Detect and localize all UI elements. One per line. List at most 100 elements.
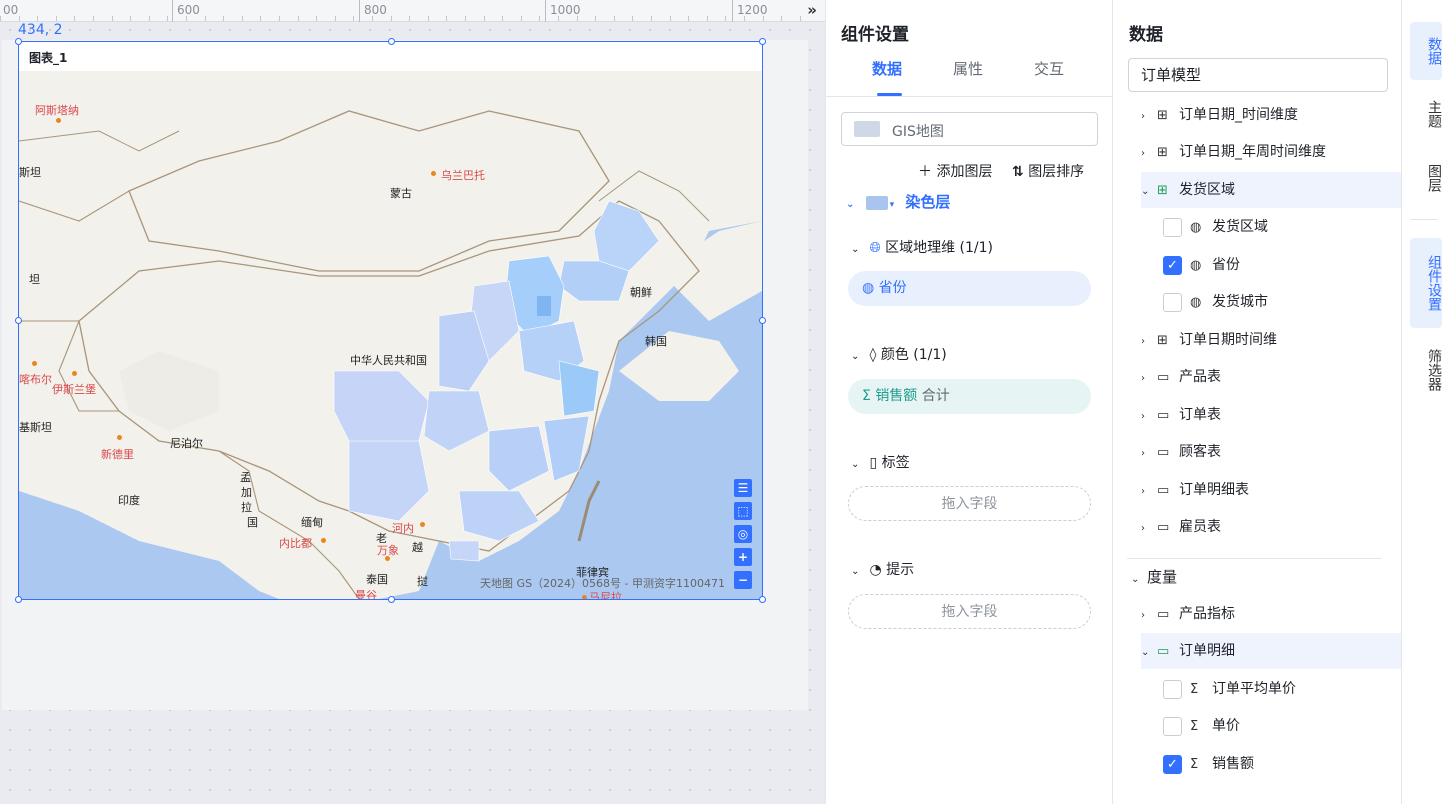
- color-section-header[interactable]: ⌄ ◊ 颜色 (1/1): [851, 344, 947, 364]
- gis-map-chart[interactable]: 图表_1 阿斯塔纳 乌兰巴托 蒙古 斯坦 坦 中华人民共和国 朝鲜 韩国 喀布尔…: [15, 38, 766, 603]
- rail-component-settings[interactable]: 组件设置: [1410, 238, 1442, 328]
- sort-layer-button[interactable]: ⇅ 图层排序: [1012, 161, 1084, 181]
- tree-field[interactable]: ✓ ◍ 省份: [1163, 247, 1401, 283]
- map-label: 国: [247, 516, 258, 529]
- geo-section-header[interactable]: ⌄ 🌐︎ 区域地理维 (1/1): [851, 237, 993, 257]
- resize-handle[interactable]: [15, 38, 22, 45]
- chevron-right-icon: ›: [1141, 523, 1145, 534]
- tree-field[interactable]: Σ 订单平均单价: [1163, 671, 1401, 707]
- data-panel: 数据 订单模型 › ⊞ 订单日期_时间维度 › ⊞ 订单日期_年周时间维度 ⌄ ⊞ 发货区域…: [1113, 0, 1401, 804]
- tab-properties[interactable]: 属性: [953, 58, 983, 79]
- checkbox[interactable]: [1163, 217, 1182, 237]
- component-settings-panel: 组件设置 数据 属性 交互 GIS地图 ＋ 添加图层 ⇅ 图层排序 ⌄ ▾ 染色…: [825, 0, 1113, 804]
- ruler-minor-tick: [260, 16, 262, 21]
- map-label: 挝: [417, 575, 428, 588]
- section-label: 颜色 (1/1): [880, 347, 947, 363]
- section-label: 区域地理维 (1/1): [885, 240, 994, 256]
- tree-item[interactable]: ⌄ ▭ 订单明细: [1141, 633, 1401, 669]
- resize-handle[interactable]: [388, 38, 395, 45]
- resize-handle[interactable]: [759, 38, 766, 45]
- chevron-down-icon: ⌄: [851, 566, 860, 577]
- folder-icon: ▭: [1157, 445, 1170, 460]
- ruler-minor-tick: [334, 16, 336, 21]
- tree-item[interactable]: › ▭ 订单明细表: [1141, 472, 1401, 508]
- layer-header[interactable]: ⌄ ▾ 染色层: [846, 191, 950, 212]
- tree-field[interactable]: ◍ 发货城市: [1163, 284, 1401, 320]
- legend-list-icon[interactable]: ☰: [734, 479, 752, 497]
- city-dot: [72, 371, 77, 376]
- tree-item[interactable]: › ▭ 顾客表: [1141, 434, 1401, 470]
- map-label: 新德里: [101, 448, 134, 461]
- resize-handle[interactable]: [15, 596, 22, 603]
- tree-item[interactable]: › ⊞ 订单日期时间维: [1141, 322, 1401, 358]
- tree-item[interactable]: › ▭ 产品表: [1141, 359, 1401, 395]
- resize-handle[interactable]: [388, 596, 395, 603]
- label-drop-zone[interactable]: 拖入字段: [848, 486, 1091, 521]
- tree-item-label: 订单明细表: [1179, 482, 1249, 498]
- tree-item[interactable]: › ▭ 订单表: [1141, 397, 1401, 433]
- map-label: 伊斯兰堡: [52, 383, 96, 396]
- caret-down-icon[interactable]: ▾: [890, 200, 895, 210]
- tree-item-label: 订单日期_年周时间维度: [1179, 144, 1326, 160]
- rail-theme[interactable]: 主题: [1410, 92, 1442, 136]
- tree-field[interactable]: ✓ Σ 销售额: [1163, 746, 1401, 782]
- tree-field[interactable]: Σ 单价: [1163, 708, 1401, 744]
- map-type-select[interactable]: GIS地图: [841, 112, 1098, 146]
- map-view[interactable]: 阿斯塔纳 乌兰巴托 蒙古 斯坦 坦 中华人民共和国 朝鲜 韩国 喀布尔 伊斯兰堡…: [19, 71, 762, 599]
- chart-title: 图表_1: [29, 51, 68, 65]
- zoom-out-button[interactable]: −: [734, 571, 752, 589]
- resize-handle[interactable]: [759, 317, 766, 324]
- measure-header[interactable]: ⌄ 度量: [1131, 559, 1391, 595]
- design-canvas[interactable]: 00 600 800 1000 1200 » 434, 2 图表_1 阿斯塔纳 …: [0, 0, 825, 804]
- map-label: 孟: [240, 471, 251, 484]
- locate-icon[interactable]: ◎: [734, 525, 752, 543]
- ruler-minor-tick: [613, 16, 615, 21]
- tooltip-drop-zone[interactable]: 拖入字段: [848, 594, 1091, 629]
- checkbox-checked[interactable]: ✓: [1163, 754, 1182, 774]
- rail-layers[interactable]: 图层: [1410, 156, 1442, 200]
- chevron-right-icon: ›: [1141, 148, 1145, 159]
- chevron-down-icon: ⌄: [1131, 574, 1140, 585]
- hierarchy-icon: ⊞: [1157, 145, 1168, 160]
- ruler-minor-tick: [427, 16, 429, 21]
- sum-icon: Σ: [1190, 757, 1199, 772]
- double-chevron-right-icon[interactable]: »: [807, 1, 817, 19]
- map-label: 尼泊尔: [170, 437, 203, 450]
- checkbox-checked[interactable]: ✓: [1163, 255, 1182, 275]
- horizontal-ruler: 00 600 800 1000 1200 »: [0, 0, 825, 22]
- folder-icon: ▭: [1157, 520, 1170, 535]
- tab-interaction[interactable]: 交互: [1034, 58, 1064, 79]
- geo-field-pill[interactable]: ◍ 省份: [848, 271, 1091, 306]
- rail-data[interactable]: 数据: [1410, 22, 1442, 80]
- section-label: 标签: [881, 455, 910, 471]
- checkbox[interactable]: [1163, 292, 1182, 312]
- city-dot: [56, 118, 61, 123]
- rail-filters[interactable]: 筛选器: [1410, 340, 1442, 400]
- tree-field[interactable]: ◍ 发货区域: [1163, 209, 1401, 245]
- add-layer-button[interactable]: ＋ 添加图层: [918, 161, 992, 181]
- chevron-right-icon: ›: [1141, 373, 1145, 384]
- hierarchy-checked-icon: ⊞: [1157, 183, 1168, 198]
- ruler-minor-tick: [241, 16, 243, 21]
- globe-icon: ◍: [862, 280, 875, 296]
- color-field-pill[interactable]: Σ 销售额 合计: [848, 379, 1091, 414]
- fit-frame-icon[interactable]: ⬚: [734, 502, 752, 520]
- model-select[interactable]: 订单模型: [1128, 58, 1388, 92]
- zoom-in-button[interactable]: +: [734, 548, 752, 566]
- globe-icon: ◍: [1190, 295, 1202, 310]
- label-section-header[interactable]: ⌄ ▯ 标签: [851, 452, 910, 472]
- tooltip-section-header[interactable]: ⌄ ◔ 提示: [851, 559, 914, 579]
- chevron-down-icon: ⌄: [851, 244, 860, 255]
- tab-data[interactable]: 数据: [872, 58, 902, 79]
- tree-item[interactable]: › ⊞ 订单日期_时间维度: [1141, 97, 1401, 133]
- resize-handle[interactable]: [15, 317, 22, 324]
- tree-item[interactable]: › ▭ 产品指标: [1141, 596, 1401, 632]
- resize-handle[interactable]: [759, 596, 766, 603]
- ruler-minor-tick: [390, 16, 392, 21]
- tree-item[interactable]: ⌄ ⊞ 发货区域: [1141, 172, 1401, 208]
- checkbox[interactable]: [1163, 716, 1182, 736]
- tree-item[interactable]: › ⊞ 订单日期_年周时间维度: [1141, 134, 1401, 170]
- checkbox[interactable]: [1163, 679, 1182, 699]
- ruler-minor-tick: [520, 16, 522, 21]
- tree-item[interactable]: › ▭ 雇员表: [1141, 509, 1401, 545]
